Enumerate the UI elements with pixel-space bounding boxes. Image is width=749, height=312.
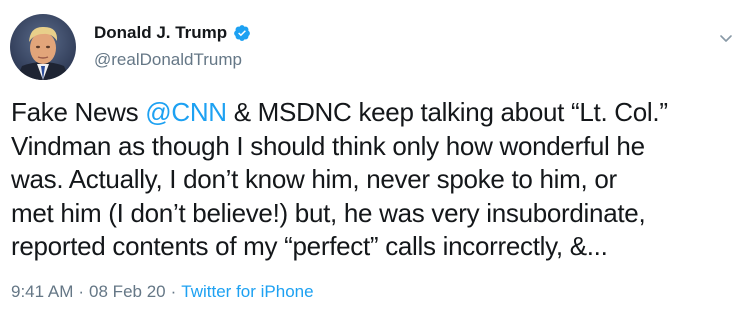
tweet-text-line: was. Actually, I don’t know him, never s… bbox=[11, 164, 617, 195]
tweet-metadata: 9:41 AM · 08 Feb 20 · Twitter for iPhone bbox=[11, 282, 314, 302]
profile-photo-icon bbox=[10, 14, 76, 80]
verified-badge-icon bbox=[233, 24, 251, 42]
tweet-card: Donald J. Trump @realDonaldTrump Fake Ne… bbox=[0, 0, 749, 312]
separator-dot: · bbox=[170, 282, 177, 301]
avatar[interactable] bbox=[10, 14, 76, 80]
tweet-text-line: Vindman as though I should think only ho… bbox=[11, 130, 645, 161]
author-handle[interactable]: @realDonaldTrump bbox=[94, 50, 251, 70]
tweet-text-line: reported contents of my “perfect” calls … bbox=[11, 231, 608, 262]
tweet-text: Fake News @CNN & MSDNC keep talking abou… bbox=[11, 96, 731, 264]
mention-link[interactable]: @CNN bbox=[145, 97, 227, 127]
tweet-text-line: met him (I don’t believe!) but, he was v… bbox=[11, 197, 646, 228]
tweet-header: Donald J. Trump @realDonaldTrump bbox=[94, 20, 251, 70]
tweet-text-segment: & MSDNC keep talking about “Lt. Col.” bbox=[226, 97, 668, 127]
tweet-text-segment: Fake News bbox=[11, 97, 146, 127]
tweet-date[interactable]: 08 Feb 20 bbox=[89, 282, 166, 302]
tweet-source-link[interactable]: Twitter for iPhone bbox=[181, 282, 313, 302]
separator-dot: · bbox=[78, 282, 85, 301]
author-name-row: Donald J. Trump bbox=[94, 20, 251, 46]
tweet-time[interactable]: 9:41 AM bbox=[11, 282, 73, 302]
author-display-name[interactable]: Donald J. Trump bbox=[94, 23, 227, 43]
tweet-text-line: Fake News @CNN & MSDNC keep talking abou… bbox=[11, 96, 731, 130]
chevron-down-icon[interactable] bbox=[717, 32, 735, 44]
